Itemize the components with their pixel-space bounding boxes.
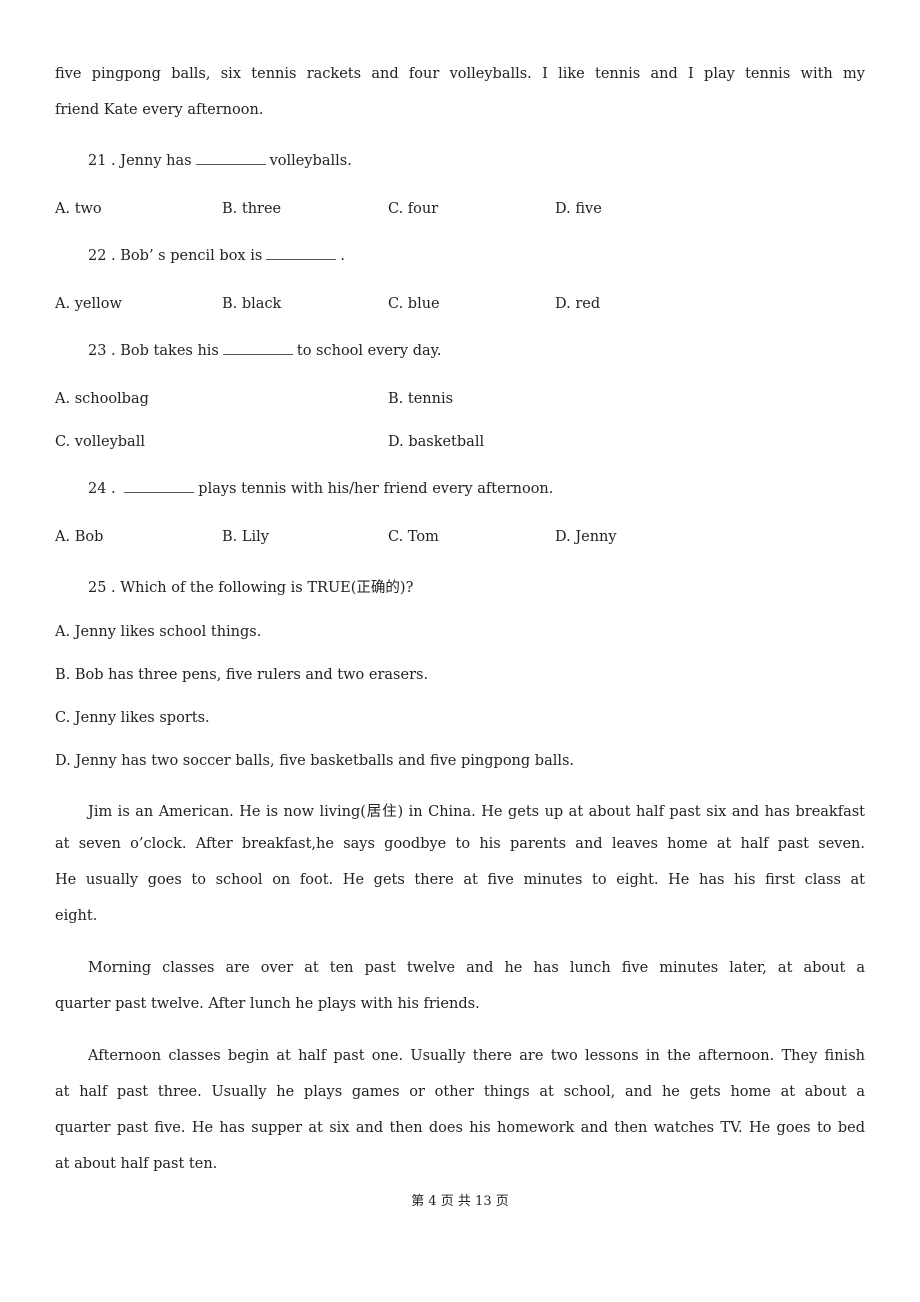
question-22: 22 . Bob’ s pencil box is. (88, 248, 345, 264)
passage-line: He usually goes to school on foot. He ge… (55, 872, 865, 888)
passage-line: quarter past twelve. After lunch he play… (55, 996, 480, 1012)
passage-line: quarter past five. He has supper at six … (55, 1120, 865, 1136)
passage-line: at about half past ten. (55, 1156, 218, 1172)
answer-blank (124, 491, 195, 493)
option-d: D. red (555, 296, 601, 312)
question-number: 21 . (88, 153, 116, 169)
question-number: 22 . (88, 248, 116, 264)
question-23: 23 . Bob takes his to school every day. (88, 343, 442, 359)
passage-line: eight. (55, 908, 98, 924)
passage-line: at half past three. Usually he plays gam… (55, 1084, 865, 1100)
answer-blank (266, 258, 337, 260)
question-number: 25 . (88, 580, 116, 596)
option-d: D. five (555, 201, 602, 217)
question-number: 24 . (88, 481, 116, 497)
passage-line: five pingpong balls, six tennis rackets … (55, 66, 865, 82)
option-d: D. Jenny (555, 529, 617, 545)
option-c: C. Tom (388, 529, 439, 545)
question-text: volleyballs. (269, 153, 352, 169)
question-text: to school every day. (296, 343, 442, 359)
question-25: 25 . Which of the following is TRUE(正确的)… (88, 576, 413, 597)
question-text: Jenny has (120, 153, 192, 169)
answer-blank (195, 163, 266, 165)
option-a: A. Bob (55, 529, 104, 545)
passage-line: Morning classes are over at ten past twe… (88, 960, 865, 976)
option-b: B. black (222, 296, 282, 312)
question-24: 24 . plays tennis with his/her friend ev… (88, 481, 553, 497)
passage-line: Jim is an American. He is now living(居住)… (88, 804, 865, 820)
question-text: . (340, 248, 345, 264)
option-a: A. two (55, 201, 102, 217)
option-b: B. tennis (388, 391, 454, 407)
option-b: B. Bob has three pens, five rulers and t… (55, 667, 429, 683)
option-c: C. volleyball (55, 434, 145, 450)
option-a: A. schoolbag (55, 391, 149, 407)
question-21: 21 . Jenny has volleyballs. (88, 153, 352, 169)
passage-line: Afternoon classes begin at half past one… (88, 1048, 865, 1064)
passage-line: friend Kate every afternoon. (55, 102, 264, 118)
option-b: B. Lily (222, 529, 269, 545)
option-b: B. three (222, 201, 282, 217)
passage-line: at seven o’clock. After breakfast,he say… (55, 836, 865, 852)
option-d: D. Jenny has two soccer balls, five bask… (55, 753, 575, 769)
question-number: 23 . (88, 343, 116, 359)
question-text: Bob’ s pencil box is (120, 248, 263, 264)
option-c: C. Jenny likes sports. (55, 710, 210, 726)
page-number-footer: 第 4 页 共 13 页 (411, 1194, 509, 1209)
option-d: D. basketball (388, 434, 485, 450)
answer-blank (222, 353, 293, 355)
question-text: Which of the following is TRUE(正确的)? (120, 580, 414, 596)
question-text: Bob takes his (120, 343, 219, 359)
question-text: plays tennis with his/her friend every a… (198, 481, 554, 497)
option-c: C. four (388, 201, 439, 217)
option-a: A. Jenny likes school things. (55, 624, 262, 640)
option-a: A. yellow (55, 296, 122, 312)
option-c: C. blue (388, 296, 440, 312)
